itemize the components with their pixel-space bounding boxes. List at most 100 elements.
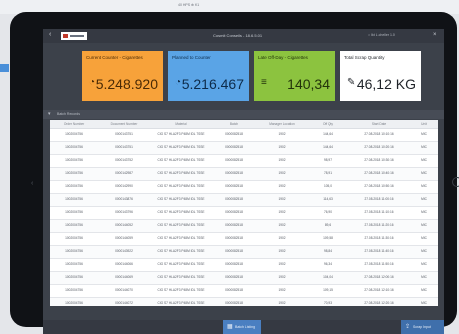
table-cell: 105,0 — [308, 180, 348, 194]
kpi-title: Planned to Counter — [172, 55, 211, 60]
user-info[interactable]: ○ Ikt L.cheller 1.0 — [368, 33, 395, 37]
table-cell: 1002004756 — [50, 206, 98, 220]
column-header[interactable]: Off Qty — [308, 120, 348, 129]
table-cell: CIG S7 HLA2F3 P48M IDL 7SSE — [150, 180, 212, 194]
table-row[interactable]: 1002004756 0000143751 CIG S7 HLA2F3 P48M I… — [50, 128, 438, 142]
table-cell: 0000144070 — [98, 284, 150, 298]
table-cell: 0000082518 — [212, 258, 256, 272]
tablet-device: ‹ ‹ Cosmit Conseils - 18.6.5.01 ○ Ikt L.… — [10, 12, 459, 334]
table-cell: 1002004756 — [50, 167, 98, 181]
table-cell: 0000144059 — [98, 232, 150, 246]
app-screen: ‹ Cosmit Conseils - 18.6.5.01 ○ Ikt L.ch… — [43, 29, 444, 334]
table-cell: 1902 — [256, 271, 308, 285]
kpi-card-current-counter[interactable]: Current Counter - Cigarettes ◔ 5.248.920 — [82, 51, 163, 101]
table-row[interactable]: 1002004756 0000143796 CIG S7 HLA2F3 P48M I… — [50, 206, 438, 220]
kpi-card-late-off-day[interactable]: Late Off-Day - Cigarettes ≡ 140,34 — [254, 51, 335, 101]
table-cell: CIG S7 HLA2F3 P48M IDL 7SSE — [150, 219, 212, 233]
top-bar: ‹ Cosmit Conseils - 18.6.5.01 ○ Ikt L.ch… — [43, 29, 444, 43]
table-row[interactable]: 1002004756 0000144052 CIG S7 HLA2F3 P48M I… — [50, 219, 438, 233]
table-cell: 109,58 — [308, 232, 348, 246]
table-cell: 0000082518 — [212, 180, 256, 194]
table-row[interactable]: 1002004756 0000144072 CIG S7 HLA2F3 P48M I… — [50, 297, 438, 306]
table-cell: 109,15 — [308, 284, 348, 298]
table-row[interactable]: 1002004756 0000142987 CIG S7 HLA2F3 P48M I… — [50, 167, 438, 181]
table-cell: CIG S7 HLA2F3 P48M IDL 7SSE — [150, 128, 212, 142]
kpi-title: Late Off-Day - Cigarettes — [258, 55, 308, 60]
close-icon[interactable]: × — [433, 32, 437, 38]
kpi-value: 5.248.920 — [95, 76, 158, 92]
table-cell: MIC — [410, 219, 438, 233]
company-logo — [61, 32, 87, 40]
table-cell: CIG S7 HLA2F3 P48M IDL 7SSE — [150, 284, 212, 298]
batch-listing-button[interactable]: ▦ Batch Listing — [223, 320, 261, 334]
table-cell: 1002004756 — [50, 284, 98, 298]
bottom-bar: ▦ Batch Listing ⇪ Scrap Input — [43, 320, 444, 334]
table-cell: 0000082518 — [212, 128, 256, 142]
table-cell: MIC — [410, 128, 438, 142]
kpi-card-planned-counter[interactable]: Planned to Counter ◔ 5.216.467 — [168, 51, 249, 101]
table-cell: 1902 — [256, 180, 308, 194]
background-blue-tab — [0, 64, 9, 72]
table-cell: MIC — [410, 284, 438, 298]
kpi-title: Current Counter - Cigarettes — [86, 55, 143, 60]
table-cell: CIG S7 HLA2F3 P48M IDL 7SSE — [150, 206, 212, 220]
table-row[interactable]: 1002004756 0000144059 CIG S7 HLA2F3 P48M I… — [50, 232, 438, 246]
table-row[interactable]: 1002004756 0000144066 CIG S7 HLA2F3 P48M I… — [50, 258, 438, 272]
table-cell: 98,84 — [308, 245, 348, 259]
table-row[interactable]: 1002004756 0000144069 CIG S7 HLA2F3 P48M I… — [50, 271, 438, 285]
table-cell: 0000144052 — [98, 219, 150, 233]
table-cell: 27.08.2018 10:20:16 — [348, 141, 410, 155]
column-header[interactable]: Order Number — [50, 120, 98, 129]
table-cell: 76,90 — [308, 206, 348, 220]
table-cell: 1902 — [256, 193, 308, 207]
chevron-left-icon[interactable]: ‹ — [49, 31, 51, 38]
table-cell: 0000082518 — [212, 206, 256, 220]
table-cell: 114,63 — [308, 193, 348, 207]
table-cell: 1902 — [256, 167, 308, 181]
table-row[interactable]: 1002004756 0000143876 CIG S7 HLA2F3 P48M I… — [50, 193, 438, 207]
table-body: 1002004756 0000143751 CIG S7 HLA2F3 P48M I… — [50, 128, 438, 306]
section-header[interactable]: ▾ Batch Records — [43, 110, 444, 119]
table-cell: 1002004756 — [50, 219, 98, 233]
left-arrow-icon: ‹ — [31, 180, 34, 187]
table-cell: 0000082518 — [212, 167, 256, 181]
column-header[interactable]: Manager Location — [256, 120, 308, 129]
column-header[interactable]: Material — [150, 120, 212, 129]
table-cell: 0000144069 — [98, 271, 150, 285]
background-text: 40 HPS ⊕ K1 — [178, 3, 200, 7]
table-row[interactable]: 1002004756 0000144070 CIG S7 HLA2F3 P48M I… — [50, 284, 438, 298]
button-label: Scrap Input — [413, 325, 431, 329]
table-cell: CIG S7 HLA2F3 P48M IDL 7SSE — [150, 154, 212, 168]
button-label: Batch Listing — [235, 325, 256, 329]
table-cell: 70,93 — [308, 297, 348, 306]
column-header[interactable]: Batch — [212, 120, 256, 129]
table-cell: MIC — [410, 141, 438, 155]
chevron-down-icon[interactable]: ▾ — [48, 111, 51, 117]
table-row[interactable]: 1002004756 0000143922 CIG S7 HLA2F3 P48M I… — [50, 245, 438, 259]
table-cell: MIC — [410, 297, 438, 306]
home-button[interactable] — [452, 177, 459, 187]
table-cell: 1902 — [256, 258, 308, 272]
bars-icon: ≡ — [261, 77, 267, 88]
column-header[interactable]: Document Number — [98, 120, 150, 129]
table-cell: 1002004756 — [50, 128, 98, 142]
kpi-card-scrap-quantity[interactable]: Total Scrap Quantity ✎ 46,12 KG — [340, 51, 421, 101]
table-cell: 1002004756 — [50, 297, 98, 306]
scrap-input-button[interactable]: ⇪ Scrap Input — [401, 320, 444, 334]
kpi-value: 5.216.467 — [181, 76, 244, 92]
table-cell: 0000082518 — [212, 219, 256, 233]
table-cell: 1002004756 — [50, 258, 98, 272]
table-cell: 1902 — [256, 206, 308, 220]
table-row[interactable]: 1002004756 0000143751 CIG S7 HLA2F3 P48M I… — [50, 141, 438, 155]
table-cell: 27.08.2018 11:20:16 — [348, 219, 410, 233]
table-cell: 0000082518 — [212, 297, 256, 306]
table-cell: 27.08.2018 11:30:16 — [348, 232, 410, 246]
column-header[interactable]: Unit — [410, 120, 438, 129]
table-row[interactable]: 1002004756 0000143752 CIG S7 HLA2F3 P48M I… — [50, 154, 438, 168]
table-cell: 78,91 — [308, 167, 348, 181]
column-header[interactable]: Start Date — [348, 120, 410, 129]
table-row[interactable]: 1002004756 0000142990 CIG S7 HLA2F3 P48M I… — [50, 180, 438, 194]
table-cell: MIC — [410, 258, 438, 272]
table-cell: 1002004756 — [50, 271, 98, 285]
table-cell: 1002004756 — [50, 180, 98, 194]
